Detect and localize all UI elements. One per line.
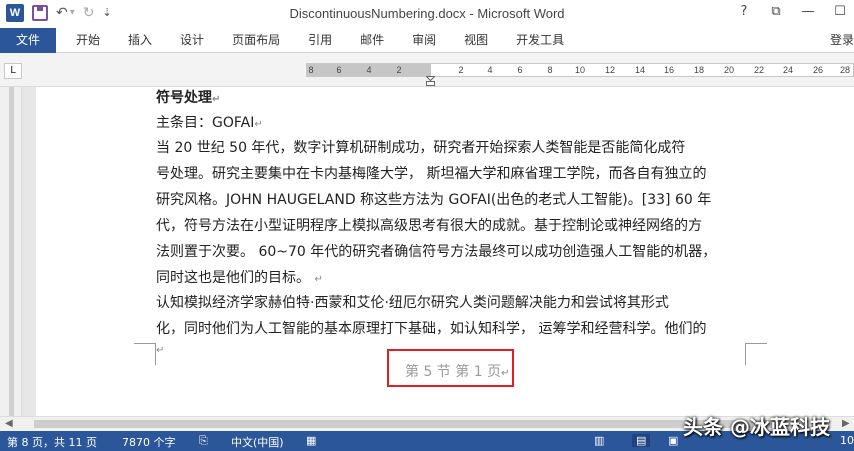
ribbon-display-options-icon[interactable]: ⧉ bbox=[768, 4, 784, 19]
ruler-number: 18 bbox=[693, 65, 705, 75]
ruler-number: 24 bbox=[782, 65, 794, 75]
ruler-number: 6 bbox=[336, 65, 342, 75]
ruler-number: 12 bbox=[604, 65, 616, 75]
ruler-number: 14 bbox=[634, 65, 646, 75]
ruler-number: 8 bbox=[547, 65, 553, 75]
window-title: DiscontinuousNumbering.docx - Microsoft … bbox=[289, 6, 565, 21]
document-page[interactable]: 符号处理↵ 主条目：GOFAI↵ 当 20 世纪 50 年代，数字计算机研制成功… bbox=[36, 87, 854, 416]
scrollbar-thumb[interactable] bbox=[34, 420, 774, 428]
footer-para-mark: ↵ bbox=[156, 345, 165, 356]
ruler-number: 22 bbox=[753, 65, 765, 75]
vertical-ruler bbox=[0, 87, 22, 416]
ruler-number: 28 bbox=[839, 65, 851, 75]
tab-references[interactable]: 引用 bbox=[294, 28, 346, 53]
crop-mark bbox=[134, 343, 156, 365]
ruler-number: 16 bbox=[663, 65, 675, 75]
help-icon[interactable]: ? bbox=[736, 4, 752, 19]
doc-line[interactable]: 法则置于次要。 60~70 年代的研究者确信符号方法最终可以成功创造强人工智能的… bbox=[156, 241, 716, 261]
page-number-footer[interactable]: 第 5 节 第 1 页↵ bbox=[405, 361, 509, 381]
read-mode-icon[interactable]: ▥ bbox=[594, 434, 604, 447]
ruler-number: 6 bbox=[517, 65, 523, 75]
indent-marker-icon[interactable] bbox=[426, 76, 435, 86]
doc-line[interactable]: 号处理。研究主要集中在卡内基梅隆大学， 斯坦福大学和麻省理工学院，而各自有独立的 bbox=[156, 163, 706, 183]
doc-line[interactable]: 研究风格。JOHN HAUGELAND 称这些方法为 GOFAI(出色的老式人工… bbox=[156, 189, 711, 209]
tab-mailings[interactable]: 邮件 bbox=[346, 28, 398, 53]
tab-page-layout[interactable]: 页面布局 bbox=[218, 28, 294, 53]
window-controls: ? ⧉ — ☐ bbox=[736, 4, 848, 19]
doc-line[interactable]: 同时这也是他们的目标。 ↵ bbox=[156, 267, 323, 287]
horizontal-ruler[interactable]: 8 6 4 2 2 4 6 8 10 12 14 16 18 20 22 24 … bbox=[306, 63, 854, 86]
ribbon-tabs: 文件 开始 插入 设计 页面布局 引用 邮件 审阅 视图 开发工具 登录 bbox=[0, 27, 854, 53]
web-layout-icon[interactable]: ▣ bbox=[668, 434, 678, 447]
print-layout-icon[interactable]: ▤ bbox=[632, 434, 651, 447]
doc-line[interactable]: 代，符号方法在小型证明程序上模拟高级思考有很大的成就。基于控制论或神经网络的方 bbox=[156, 215, 702, 235]
crop-mark bbox=[745, 343, 767, 365]
ruler-number: 8 bbox=[308, 65, 314, 75]
document-area: 符号处理↵ 主条目：GOFAI↵ 当 20 世纪 50 年代，数字计算机研制成功… bbox=[0, 87, 854, 416]
doc-heading[interactable]: 符号处理↵ bbox=[156, 87, 220, 107]
tab-view[interactable]: 视图 bbox=[450, 28, 502, 53]
tab-insert[interactable]: 插入 bbox=[114, 28, 166, 53]
watermark: 头条 @冰蓝科技 bbox=[683, 415, 830, 439]
minimize-icon[interactable]: — bbox=[800, 4, 816, 19]
tab-selector-icon[interactable]: L bbox=[4, 63, 22, 79]
sign-in-link[interactable]: 登录 bbox=[830, 28, 854, 53]
doc-line[interactable]: 当 20 世纪 50 年代，数字计算机研制成功，研究者开始探索人类智能是否能简化… bbox=[156, 137, 685, 157]
word-count[interactable]: 7870 个字 bbox=[122, 434, 176, 450]
maximize-icon[interactable]: ☐ bbox=[832, 4, 848, 19]
ruler-number: 4 bbox=[366, 65, 372, 75]
ruler-number: 2 bbox=[396, 65, 402, 75]
scroll-left-icon[interactable]: ◀ bbox=[5, 418, 13, 429]
title-bar: W ↶ ▾ ↻ ⇣ DiscontinuousNumbering.docx - … bbox=[0, 0, 854, 28]
ruler-number: 26 bbox=[812, 65, 824, 75]
ruler-number: 2 bbox=[458, 65, 464, 75]
ruler-number: 20 bbox=[723, 65, 735, 75]
tab-developer[interactable]: 开发工具 bbox=[502, 28, 578, 53]
tab-file[interactable]: 文件 bbox=[0, 27, 57, 53]
tab-review[interactable]: 审阅 bbox=[398, 28, 450, 53]
tab-design[interactable]: 设计 bbox=[166, 28, 218, 53]
doc-line[interactable]: 认知模拟经济学家赫伯特·西蒙和艾伦·纽厄尔研究人类问题解决能力和尝试将其形式 bbox=[156, 292, 669, 312]
ruler-bar: L 8 6 4 2 2 4 6 8 10 12 14 16 18 20 22 2… bbox=[0, 53, 854, 87]
language-indicator[interactable]: 中文(中国) bbox=[231, 434, 284, 450]
page-count[interactable]: 第 8 页，共 11 页 bbox=[7, 434, 97, 450]
scroll-right-icon[interactable]: ▶ bbox=[842, 418, 850, 429]
macro-recording-icon[interactable]: ▦ bbox=[306, 434, 316, 447]
zoom-level[interactable]: 10 bbox=[840, 434, 854, 447]
doc-line[interactable]: 化，同时他们为人工智能的基本原理打下基础，如认知科学， 运筹学和经营科学。他们的 bbox=[156, 318, 706, 338]
ruler-number: 10 bbox=[574, 65, 586, 75]
proofing-icon[interactable]: ⎘ bbox=[199, 434, 208, 448]
doc-subheading[interactable]: 主条目：GOFAI↵ bbox=[156, 112, 263, 132]
tab-home[interactable]: 开始 bbox=[62, 28, 114, 53]
ruler-number: 4 bbox=[487, 65, 493, 75]
